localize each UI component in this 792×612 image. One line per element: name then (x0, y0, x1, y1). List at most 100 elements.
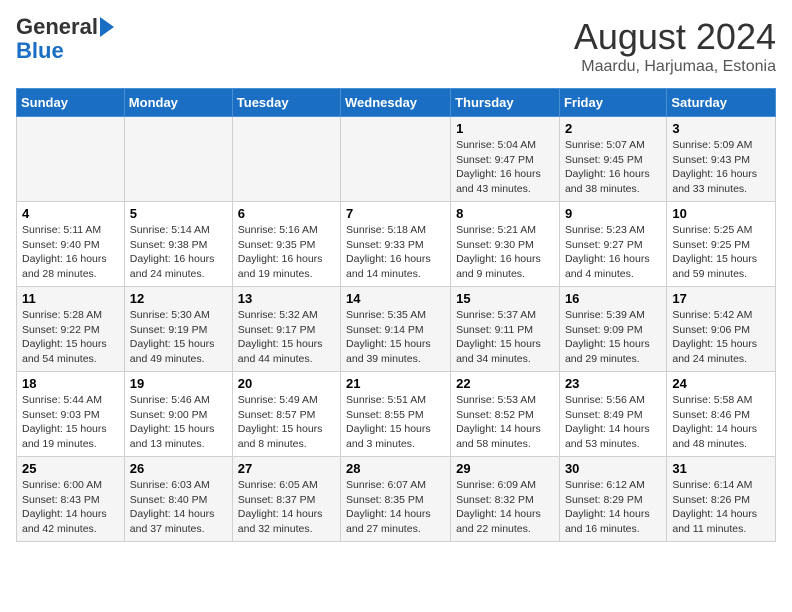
calendar-cell: 11 Sunrise: 5:28 AMSunset: 9:22 PMDayligh… (17, 287, 125, 372)
calendar-cell (341, 117, 451, 202)
day-number: 20 (238, 376, 335, 391)
day-info: Sunrise: 5:25 AMSunset: 9:25 PMDaylight:… (672, 223, 770, 282)
day-number: 18 (22, 376, 119, 391)
day-info: Sunrise: 6:12 AMSunset: 8:29 PMDaylight:… (565, 478, 661, 537)
calendar-cell: 8 Sunrise: 5:21 AMSunset: 9:30 PMDaylight… (451, 202, 560, 287)
day-number: 8 (456, 206, 554, 221)
calendar-cell: 15Sunrise: 5:37 AMSunset: 9:11 PMDayligh… (451, 287, 560, 372)
calendar-subtitle: Maardu, Harjumaa, Estonia (574, 58, 776, 76)
day-info: Sunrise: 5:09 AMSunset: 9:43 PMDaylight:… (672, 138, 770, 197)
calendar-cell: 17Sunrise: 5:42 AMSunset: 9:06 PMDayligh… (667, 287, 776, 372)
day-number: 9 (565, 206, 661, 221)
calendar-cell: 28 Sunrise: 6:07 AMSunset: 8:35 PMDayligh… (341, 457, 451, 542)
day-number: 16 (565, 291, 661, 306)
day-number: 4 (22, 206, 119, 221)
day-number: 3 (672, 121, 770, 136)
day-info: Sunrise: 6:07 AMSunset: 8:35 PMDaylight:… (346, 478, 445, 537)
calendar-cell: 23 Sunrise: 5:56 AMSunset: 8:49 PMDayligh… (559, 372, 666, 457)
weekday-header-wednesday: Wednesday (341, 89, 451, 117)
day-number: 5 (130, 206, 227, 221)
weekday-header-monday: Monday (124, 89, 232, 117)
day-number: 21 (346, 376, 445, 391)
day-number: 13 (238, 291, 335, 306)
day-info: Sunrise: 5:28 AMSunset: 9:22 PMDaylight:… (22, 308, 119, 367)
day-number: 30 (565, 461, 661, 476)
day-info: Sunrise: 5:53 AMSunset: 8:52 PMDaylight:… (456, 393, 554, 452)
calendar-cell: 27Sunrise: 6:05 AMSunset: 8:37 PMDayligh… (232, 457, 340, 542)
calendar-cell: 26Sunrise: 6:03 AMSunset: 8:40 PMDayligh… (124, 457, 232, 542)
day-info: Sunrise: 5:46 AMSunset: 9:00 PMDaylight:… (130, 393, 227, 452)
day-info: Sunrise: 5:21 AMSunset: 9:30 PMDaylight:… (456, 223, 554, 282)
day-number: 24 (672, 376, 770, 391)
calendar-cell: 18 Sunrise: 5:44 AMSunset: 9:03 PMDayligh… (17, 372, 125, 457)
day-number: 14 (346, 291, 445, 306)
calendar-cell: 3 Sunrise: 5:09 AMSunset: 9:43 PMDaylight… (667, 117, 776, 202)
day-number: 31 (672, 461, 770, 476)
calendar-week-row: 18 Sunrise: 5:44 AMSunset: 9:03 PMDayligh… (17, 372, 776, 457)
calendar-cell: 9 Sunrise: 5:23 AMSunset: 9:27 PMDaylight… (559, 202, 666, 287)
day-number: 29 (456, 461, 554, 476)
calendar-cell: 4Sunrise: 5:11 AMSunset: 9:40 PMDaylight… (17, 202, 125, 287)
day-info: Sunrise: 5:23 AMSunset: 9:27 PMDaylight:… (565, 223, 661, 282)
calendar-cell: 22 Sunrise: 5:53 AMSunset: 8:52 PMDayligh… (451, 372, 560, 457)
weekday-header-tuesday: Tuesday (232, 89, 340, 117)
day-number: 10 (672, 206, 770, 221)
calendar-cell: 13Sunrise: 5:32 AMSunset: 9:17 PMDayligh… (232, 287, 340, 372)
logo-text-blue: Blue (16, 38, 64, 64)
day-info: Sunrise: 6:09 AMSunset: 8:32 PMDaylight:… (456, 478, 554, 537)
day-info: Sunrise: 5:44 AMSunset: 9:03 PMDaylight:… (22, 393, 119, 452)
calendar-cell: 16 Sunrise: 5:39 AMSunset: 9:09 PMDayligh… (559, 287, 666, 372)
weekday-header-saturday: Saturday (667, 89, 776, 117)
day-info: Sunrise: 5:42 AMSunset: 9:06 PMDaylight:… (672, 308, 770, 367)
calendar-cell: 25Sunrise: 6:00 AMSunset: 8:43 PMDayligh… (17, 457, 125, 542)
calendar-cell: 6Sunrise: 5:16 AMSunset: 9:35 PMDaylight… (232, 202, 340, 287)
calendar-cell: 10 Sunrise: 5:25 AMSunset: 9:25 PMDayligh… (667, 202, 776, 287)
day-info: Sunrise: 5:04 AMSunset: 9:47 PMDaylight:… (456, 138, 554, 197)
day-info: Sunrise: 5:18 AMSunset: 9:33 PMDaylight:… (346, 223, 445, 282)
calendar-week-row: 11 Sunrise: 5:28 AMSunset: 9:22 PMDayligh… (17, 287, 776, 372)
day-info: Sunrise: 5:56 AMSunset: 8:49 PMDaylight:… (565, 393, 661, 452)
calendar-cell (124, 117, 232, 202)
calendar-cell: 20 Sunrise: 5:49 AMSunset: 8:57 PMDayligh… (232, 372, 340, 457)
day-info: Sunrise: 5:37 AMSunset: 9:11 PMDaylight:… (456, 308, 554, 367)
day-number: 6 (238, 206, 335, 221)
calendar-week-row: 25Sunrise: 6:00 AMSunset: 8:43 PMDayligh… (17, 457, 776, 542)
weekday-header-thursday: Thursday (451, 89, 560, 117)
day-number: 22 (456, 376, 554, 391)
logo-text-general: General (16, 16, 98, 38)
calendar-cell: 7Sunrise: 5:18 AMSunset: 9:33 PMDaylight… (341, 202, 451, 287)
calendar-cell: 30 Sunrise: 6:12 AMSunset: 8:29 PMDayligh… (559, 457, 666, 542)
calendar-cell: 21 Sunrise: 5:51 AMSunset: 8:55 PMDayligh… (341, 372, 451, 457)
calendar-week-row: 4Sunrise: 5:11 AMSunset: 9:40 PMDaylight… (17, 202, 776, 287)
day-info: Sunrise: 5:14 AMSunset: 9:38 PMDaylight:… (130, 223, 227, 282)
calendar-cell: 1Sunrise: 5:04 AMSunset: 9:47 PMDaylight… (451, 117, 560, 202)
day-number: 2 (565, 121, 661, 136)
day-info: Sunrise: 5:07 AMSunset: 9:45 PMDaylight:… (565, 138, 661, 197)
day-info: Sunrise: 5:30 AMSunset: 9:19 PMDaylight:… (130, 308, 227, 367)
day-info: Sunrise: 6:00 AMSunset: 8:43 PMDaylight:… (22, 478, 119, 537)
day-info: Sunrise: 5:39 AMSunset: 9:09 PMDaylight:… (565, 308, 661, 367)
day-info: Sunrise: 5:49 AMSunset: 8:57 PMDaylight:… (238, 393, 335, 452)
day-info: Sunrise: 5:51 AMSunset: 8:55 PMDaylight:… (346, 393, 445, 452)
logo-arrow-icon (100, 17, 114, 37)
page-header: General Blue August 2024 Maardu, Harjuma… (16, 16, 776, 76)
calendar-title: August 2024 (574, 16, 776, 58)
calendar-cell: 29 Sunrise: 6:09 AMSunset: 8:32 PMDayligh… (451, 457, 560, 542)
calendar-cell: 24Sunrise: 5:58 AMSunset: 8:46 PMDayligh… (667, 372, 776, 457)
day-info: Sunrise: 6:14 AMSunset: 8:26 PMDaylight:… (672, 478, 770, 537)
weekday-header-sunday: Sunday (17, 89, 125, 117)
day-number: 12 (130, 291, 227, 306)
calendar-cell: 5 Sunrise: 5:14 AMSunset: 9:38 PMDaylight… (124, 202, 232, 287)
calendar-cell: 31 Sunrise: 6:14 AMSunset: 8:26 PMDayligh… (667, 457, 776, 542)
day-number: 11 (22, 291, 119, 306)
calendar-cell: 2 Sunrise: 5:07 AMSunset: 9:45 PMDaylight… (559, 117, 666, 202)
day-number: 28 (346, 461, 445, 476)
calendar-week-row: 1Sunrise: 5:04 AMSunset: 9:47 PMDaylight… (17, 117, 776, 202)
calendar-table: SundayMondayTuesdayWednesdayThursdayFrid… (16, 88, 776, 542)
weekday-header-friday: Friday (559, 89, 666, 117)
calendar-cell: 12 Sunrise: 5:30 AMSunset: 9:19 PMDayligh… (124, 287, 232, 372)
day-number: 23 (565, 376, 661, 391)
title-area: August 2024 Maardu, Harjumaa, Estonia (574, 16, 776, 76)
day-info: Sunrise: 6:05 AMSunset: 8:37 PMDaylight:… (238, 478, 335, 537)
weekday-header-row: SundayMondayTuesdayWednesdayThursdayFrid… (17, 89, 776, 117)
